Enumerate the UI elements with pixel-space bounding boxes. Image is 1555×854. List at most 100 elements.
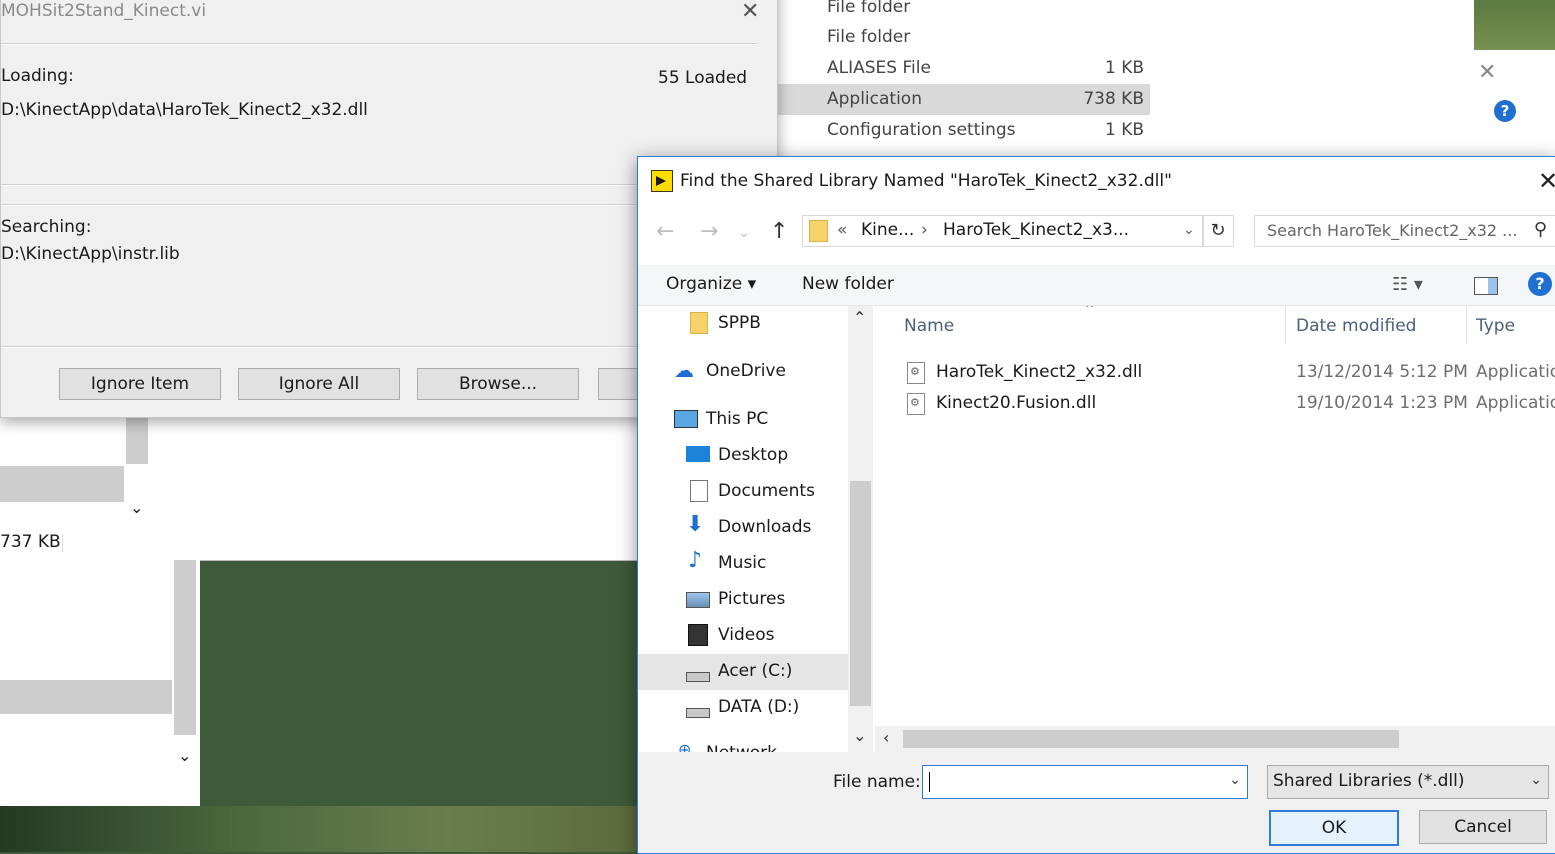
- documents-icon: [690, 480, 708, 502]
- file-name-label: File name:: [833, 772, 921, 792]
- pictures-icon: [686, 592, 710, 608]
- file-row[interactable]: File folder: [776, 22, 1150, 53]
- dialog-title: Find the Shared Library Named "HaroTek_K…: [680, 171, 1172, 191]
- nav-item-downloads[interactable]: ⬇ Downloads: [638, 510, 848, 546]
- nav-item-acer-c[interactable]: Acer (C:): [638, 654, 848, 690]
- videos-icon: [688, 624, 708, 646]
- scrollbar-thumb[interactable]: [126, 410, 148, 464]
- close-icon[interactable]: ✕: [1478, 60, 1496, 85]
- search-icon: ⚲: [1533, 219, 1547, 240]
- chevron-down-icon[interactable]: ⌄: [1183, 222, 1195, 238]
- desktop-wallpaper: [0, 806, 640, 852]
- scrollbar-thumb[interactable]: [174, 560, 196, 735]
- chevron-up-icon[interactable]: ⌃: [853, 308, 866, 327]
- divider: [1, 43, 757, 45]
- nav-item-desktop[interactable]: Desktop: [638, 438, 848, 474]
- loading-path: D:\KinectApp\data\HaroTek_Kinect2_x32.dl…: [1, 100, 368, 120]
- close-icon[interactable]: ✕: [741, 0, 759, 24]
- chevron-down-icon[interactable]: ⌄: [853, 726, 866, 745]
- pc-icon: [674, 410, 698, 428]
- nav-item-documents[interactable]: Documents: [638, 474, 848, 510]
- browse-button[interactable]: Browse...: [417, 368, 579, 400]
- chevron-down-icon[interactable]: ⌄: [1229, 772, 1241, 788]
- nav-item-network[interactable]: ⊕ Network: [638, 736, 848, 752]
- file-name-input[interactable]: ⌄: [922, 765, 1248, 799]
- organize-button[interactable]: Organize ▾: [666, 274, 756, 294]
- column-header-name[interactable]: Name: [904, 316, 954, 336]
- file-row[interactable]: HaroTek_Kinect2_x32.dll 13/12/2014 5:12 …: [875, 358, 1555, 388]
- chevron-down-icon[interactable]: ⌄: [178, 746, 191, 765]
- recent-dropdown-icon[interactable]: ⌄: [738, 225, 750, 241]
- scrollbar-thumb[interactable]: [850, 481, 871, 706]
- chevron-down-icon[interactable]: ⌄: [1530, 772, 1542, 788]
- searching-label: Searching:: [1, 217, 92, 237]
- search-input[interactable]: Search HaroTek_Kinect2_x32 ... ⚲: [1254, 215, 1555, 247]
- forward-arrow-icon[interactable]: →: [700, 219, 718, 244]
- nav-item-videos[interactable]: Videos: [638, 618, 848, 654]
- file-row[interactable]: File folder: [776, 0, 1150, 23]
- labview-icon: [651, 170, 673, 192]
- find-library-dialog: Find the Shared Library Named "HaroTek_K…: [637, 156, 1555, 854]
- file-row-selected[interactable]: Application 738 KB: [776, 84, 1150, 115]
- selected-row[interactable]: [0, 466, 124, 502]
- cancel-button[interactable]: Cancel: [1419, 810, 1547, 844]
- column-header-date[interactable]: Date modified: [1296, 316, 1416, 336]
- address-bar[interactable]: « Kine... › HaroTek_Kinect2_x3... ⌄: [802, 215, 1204, 247]
- onedrive-icon: ☁: [674, 358, 694, 382]
- breadcrumb-separator: ›: [921, 220, 928, 240]
- nav-item-music[interactable]: ♪ Music: [638, 546, 848, 582]
- loading-label: Loading:: [1, 66, 74, 86]
- chevron-down-icon[interactable]: ⌄: [130, 498, 143, 517]
- background-window-partial-2: ⌄: [0, 560, 200, 806]
- refresh-icon[interactable]: ↻: [1202, 215, 1234, 247]
- nav-item-pictures[interactable]: Pictures: [638, 582, 848, 618]
- help-icon[interactable]: ?: [1494, 100, 1516, 122]
- ignore-all-button[interactable]: Ignore All: [238, 368, 400, 400]
- dialog-titlebar[interactable]: Find the Shared Library Named "HaroTek_K…: [638, 157, 1555, 205]
- new-folder-button[interactable]: New folder: [802, 274, 894, 294]
- file-row[interactable]: Kinect20.Fusion.dll 19/10/2014 1:23 PM A…: [875, 389, 1555, 419]
- nav-scrollbar[interactable]: ⌃ ⌄: [848, 306, 873, 752]
- abort-button-partial[interactable]: [598, 368, 640, 400]
- drive-icon: [686, 672, 710, 682]
- nav-item-onedrive[interactable]: ☁ OneDrive: [638, 354, 848, 390]
- background-explorer-window: File folder File folder ALIASES File 1 K…: [776, 0, 1474, 160]
- ignore-item-button[interactable]: Ignore Item: [59, 368, 221, 400]
- nav-item-data-d[interactable]: DATA (D:): [638, 690, 848, 726]
- nav-item-this-pc[interactable]: This PC: [638, 402, 848, 438]
- file-row[interactable]: Configuration settings 1 KB: [776, 115, 1150, 146]
- status-size: 737 KB: [0, 532, 61, 552]
- music-icon: ♪: [688, 548, 703, 573]
- chevron-left-icon[interactable]: ‹: [883, 728, 889, 747]
- view-options-icon[interactable]: ☷ ▾: [1392, 274, 1423, 295]
- command-toolbar: Organize ▾ New folder ☷ ▾ ?: [638, 265, 1555, 306]
- breadcrumb-item[interactable]: Kine...: [861, 220, 914, 240]
- horizontal-scrollbar[interactable]: ‹: [875, 726, 1555, 752]
- file-type-select[interactable]: Shared Libraries (*.dll) ⌄: [1267, 765, 1549, 799]
- back-arrow-icon[interactable]: ←: [656, 219, 674, 244]
- up-arrow-icon[interactable]: ↑: [770, 219, 788, 244]
- close-icon[interactable]: ✕: [1538, 167, 1555, 195]
- network-icon: ⊕: [678, 740, 692, 752]
- column-divider[interactable]: [1466, 306, 1467, 344]
- dialog-footer: File name: ⌄ Shared Libraries (*.dll) ⌄ …: [638, 752, 1555, 853]
- column-header-type[interactable]: Type: [1476, 316, 1515, 336]
- ok-button[interactable]: OK: [1269, 810, 1399, 846]
- loaded-count: 55 Loaded: [658, 68, 748, 88]
- background-window-small: ✕ ?: [1474, 50, 1555, 160]
- scrollbar-thumb[interactable]: [903, 730, 1399, 748]
- file-row[interactable]: ALIASES File 1 KB: [776, 53, 1150, 84]
- column-divider[interactable]: [1285, 306, 1286, 344]
- help-icon[interactable]: ?: [1528, 272, 1552, 296]
- folder-icon: [809, 220, 828, 242]
- breadcrumb-overflow[interactable]: «: [837, 220, 847, 240]
- dialog-title: MOHSit2Stand_Kinect.vi: [1, 1, 207, 21]
- sort-ascending-icon: ⌃: [1083, 306, 1097, 319]
- preview-pane-icon[interactable]: [1474, 277, 1498, 295]
- background-window-partial: ⌄ 737 KB: [0, 410, 640, 561]
- selected-row[interactable]: [0, 680, 172, 714]
- file-list: ⌃ Name Date modified Type HaroTek_Kinect…: [875, 306, 1555, 752]
- breadcrumb-item-current[interactable]: HaroTek_Kinect2_x3...: [943, 220, 1129, 240]
- nav-item-sppb[interactable]: SPPB: [638, 306, 848, 342]
- folder-icon: [690, 312, 708, 334]
